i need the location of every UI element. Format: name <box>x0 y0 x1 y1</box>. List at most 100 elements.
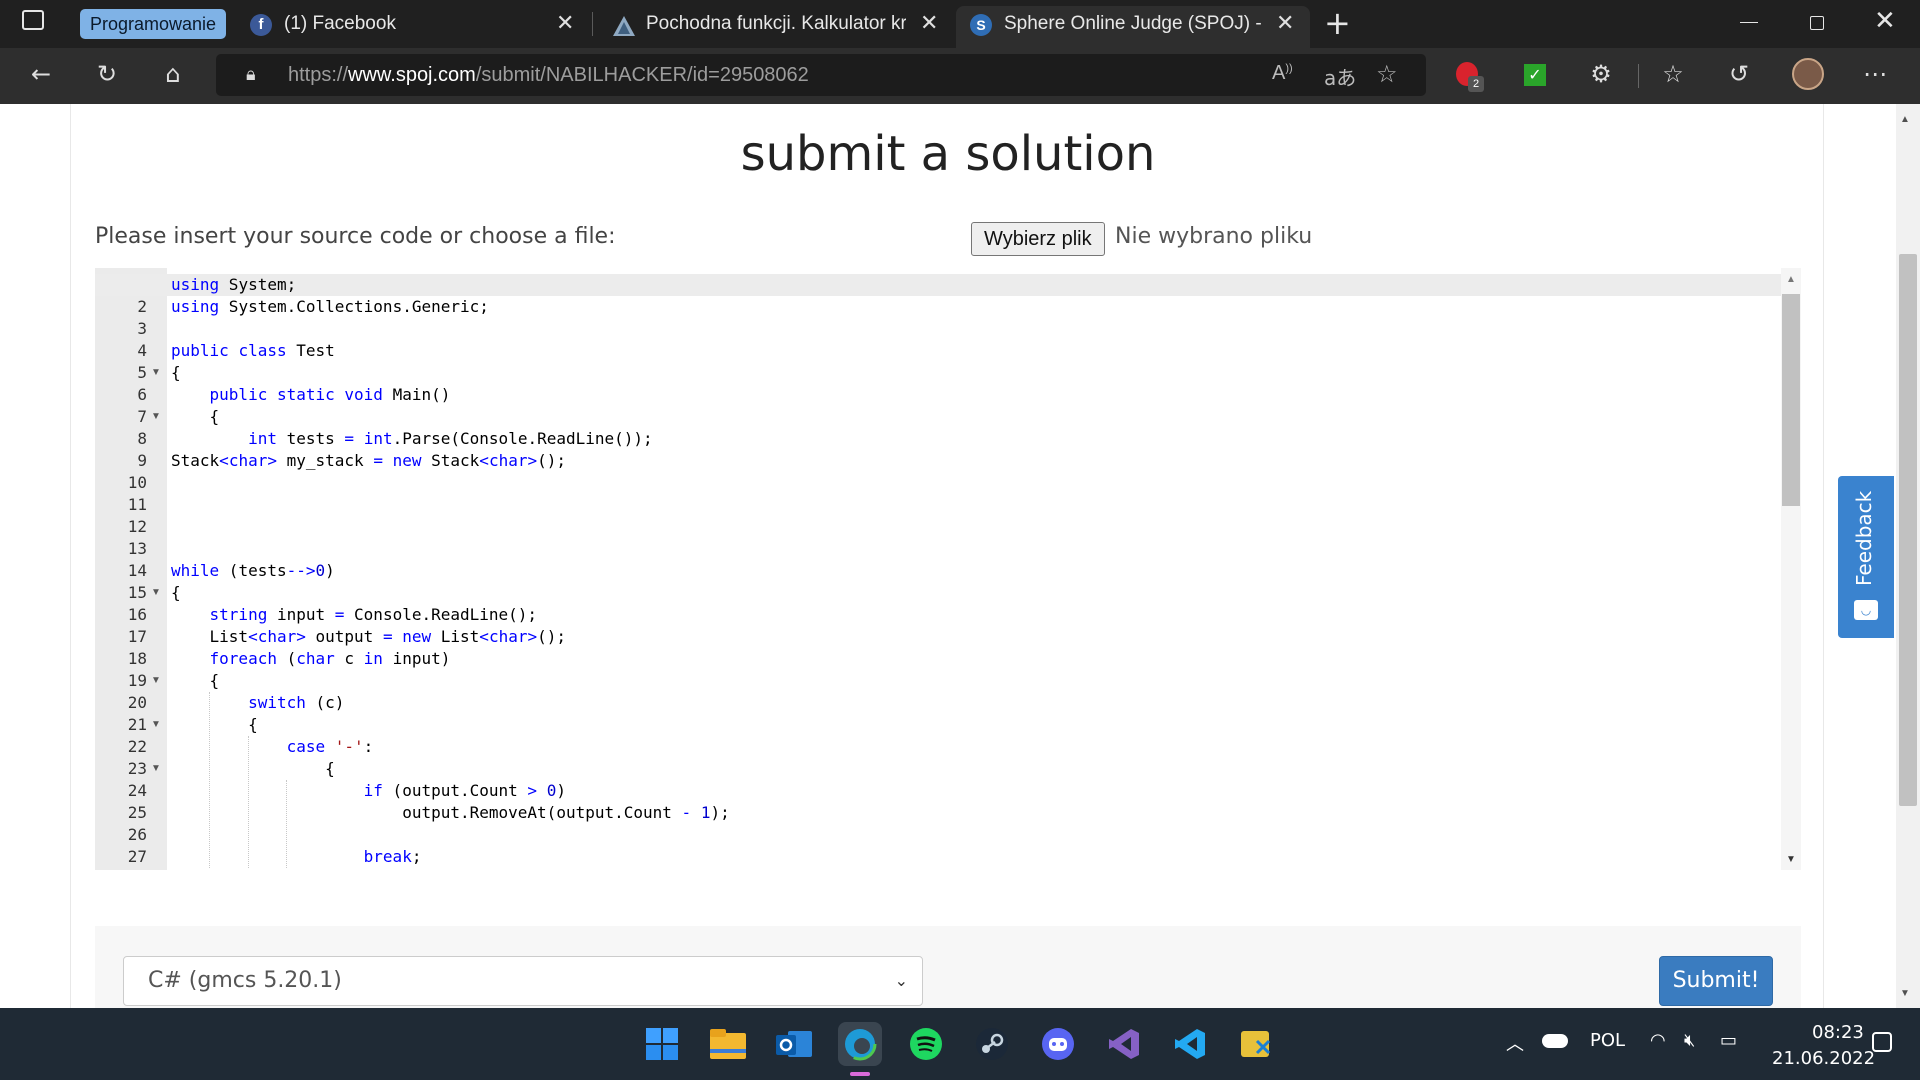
fold-arrow-icon[interactable]: ▼ <box>151 582 161 604</box>
language-select[interactable]: C# (gmcs 5.20.1) ⌄ <box>123 956 923 1006</box>
code-line[interactable]: using System.Collections.Generic; <box>171 296 489 318</box>
tab-title: Pochodna funkcji. Kalkulator krok <box>646 13 906 34</box>
code-line[interactable]: output.RemoveAt(output.Count - 1); <box>171 802 730 824</box>
line-number: 17 <box>127 627 147 646</box>
tab-calculator[interactable]: Pochodna funkcji. Kalkulator krok ✕ <box>598 6 954 48</box>
code-line[interactable]: { <box>171 406 220 428</box>
indent-guide <box>286 780 288 868</box>
tab-actions-icon[interactable] <box>22 10 44 30</box>
refresh-icon[interactable]: ↻ <box>90 59 124 89</box>
page-scroll-up-icon[interactable]: ▲ <box>1900 114 1910 125</box>
fold-arrow-icon[interactable]: ▼ <box>151 714 161 736</box>
code-editor[interactable]: 1▼2345▼67▼89101112131415▼16171819▼2021▼2… <box>95 268 1801 870</box>
history-icon[interactable]: ↺ <box>1722 59 1756 89</box>
steam-icon[interactable] <box>970 1022 1014 1066</box>
minimize-icon[interactable] <box>1740 22 1758 23</box>
app-icon[interactable] <box>1234 1022 1278 1066</box>
discord-icon[interactable] <box>1036 1022 1080 1066</box>
onedrive-icon[interactable] <box>1542 1034 1568 1048</box>
extensions-icon[interactable]: ⚙ <box>1584 59 1618 89</box>
file-explorer-icon[interactable] <box>706 1022 750 1066</box>
fold-arrow-icon[interactable]: ▼ <box>151 362 161 384</box>
fold-arrow-icon[interactable]: ▼ <box>151 406 161 428</box>
page-scrollbar-thumb[interactable] <box>1899 254 1917 806</box>
edge-icon[interactable] <box>838 1022 882 1076</box>
code-line[interactable]: if (output.Count > 0) <box>171 780 566 802</box>
line-number: 23 <box>127 759 147 778</box>
editor-scrollbar-thumb[interactable] <box>1782 294 1800 506</box>
code-line[interactable]: while (tests-->0) <box>171 560 335 582</box>
keyboard-language[interactable]: POL <box>1590 1030 1625 1051</box>
line-number: 12 <box>127 517 147 536</box>
checkmark-extension-icon[interactable]: ✓ <box>1524 64 1546 86</box>
close-tab-icon[interactable]: ✕ <box>556 6 574 42</box>
line-number: 9 <box>137 451 147 470</box>
submit-button[interactable]: Submit! <box>1659 956 1773 1006</box>
fold-arrow-icon[interactable]: ▼ <box>151 758 161 780</box>
adblock-extension-icon[interactable]: 2 <box>1456 62 1484 92</box>
code-line[interactable]: foreach (char c in input) <box>171 648 451 670</box>
new-tab-button[interactable]: + <box>1324 4 1351 42</box>
code-line[interactable]: using System; <box>171 274 296 296</box>
code-line[interactable]: switch (c) <box>171 692 344 714</box>
code-line[interactable]: { <box>171 714 258 736</box>
code-line[interactable]: public static void Main() <box>171 384 451 406</box>
home-icon[interactable]: ⌂ <box>156 59 190 89</box>
address-bar[interactable]: 🔒︎ https://www.spoj.com/submit/NABILHACK… <box>216 54 1426 96</box>
url-text[interactable]: https://www.spoj.com/submit/NABILHACKER/… <box>288 54 809 96</box>
code-line[interactable]: int tests = int.Parse(Console.ReadLine()… <box>171 428 653 450</box>
add-favorite-icon[interactable]: ☆ <box>1376 60 1398 88</box>
visual-studio-icon[interactable] <box>1102 1022 1146 1066</box>
tab-spoj[interactable]: S Sphere Online Judge (SPOJ) - Sub ✕ <box>956 6 1310 48</box>
more-options-icon[interactable]: ⋯ <box>1858 59 1892 89</box>
translate-icon[interactable]: aあ <box>1324 62 1356 91</box>
show-hidden-icons-icon[interactable]: ︿ <box>1506 1030 1524 1056</box>
tab-facebook[interactable]: f (1) Facebook ✕ <box>236 6 586 48</box>
code-line[interactable]: { <box>171 582 181 604</box>
close-tab-icon[interactable]: ✕ <box>920 6 938 42</box>
line-number: 11 <box>127 495 147 514</box>
code-line[interactable]: case '-': <box>171 736 374 758</box>
feedback-tab[interactable]: Feedback ◡ <box>1838 476 1894 638</box>
scroll-up-arrow-icon[interactable]: ▲ <box>1786 274 1796 285</box>
line-number: 15 <box>127 583 147 602</box>
spotify-icon[interactable] <box>904 1022 948 1066</box>
clock-time[interactable]: 08:23 <box>1812 1022 1864 1043</box>
battery-icon[interactable]: ▭ <box>1720 1030 1737 1051</box>
line-number: 26 <box>127 825 147 844</box>
restore-icon[interactable] <box>1810 16 1824 30</box>
favorites-icon[interactable]: ☆ <box>1656 59 1690 89</box>
profile-avatar[interactable] <box>1792 58 1824 90</box>
code-line[interactable]: { <box>171 362 181 384</box>
fold-arrow-icon[interactable]: ▼ <box>151 670 161 692</box>
read-aloud-icon[interactable]: A)) <box>1272 62 1293 85</box>
close-tab-icon[interactable]: ✕ <box>1276 6 1294 42</box>
windows-start-icon[interactable] <box>640 1022 684 1066</box>
code-line[interactable]: { <box>171 758 335 780</box>
tab-group-chip[interactable]: Programowanie <box>80 9 227 39</box>
editor-gutter: 1▼2345▼67▼89101112131415▼16171819▼2021▼2… <box>95 268 167 870</box>
content-panel: submit a solution Please insert your sou… <box>70 104 1824 1008</box>
line-number: 14 <box>127 561 147 580</box>
tab-separator <box>592 12 593 36</box>
scroll-down-arrow-icon[interactable]: ▼ <box>1786 854 1796 865</box>
notification-icon[interactable] <box>1872 1032 1892 1052</box>
code-line[interactable]: string input = Console.ReadLine(); <box>171 604 538 626</box>
code-line[interactable]: public class Test <box>171 340 335 362</box>
toolbar-separator <box>1638 64 1639 88</box>
clock-date[interactable]: 21.06.2022 <box>1772 1048 1875 1069</box>
code-line[interactable]: List<char> output = new List<char>(); <box>171 626 566 648</box>
vscode-icon[interactable] <box>1168 1022 1212 1066</box>
code-line[interactable]: { <box>171 670 220 692</box>
lock-icon[interactable]: 🔒︎ <box>246 64 256 85</box>
wifi-icon[interactable]: ◠ <box>1650 1030 1666 1051</box>
outlook-icon[interactable] <box>772 1022 816 1066</box>
page-scroll-down-icon[interactable]: ▼ <box>1900 988 1910 999</box>
choose-file-button[interactable]: Wybierz plik <box>971 222 1105 256</box>
close-window-icon[interactable]: ✕ <box>1874 6 1896 36</box>
volume-muted-icon[interactable]: 🔇︎ <box>1684 1030 1695 1051</box>
code-line[interactable]: Stack<char> my_stack = new Stack<char>()… <box>171 450 566 472</box>
line-number: 3 <box>137 319 147 338</box>
line-number: 20 <box>127 693 147 712</box>
back-icon[interactable]: ← <box>24 59 58 89</box>
